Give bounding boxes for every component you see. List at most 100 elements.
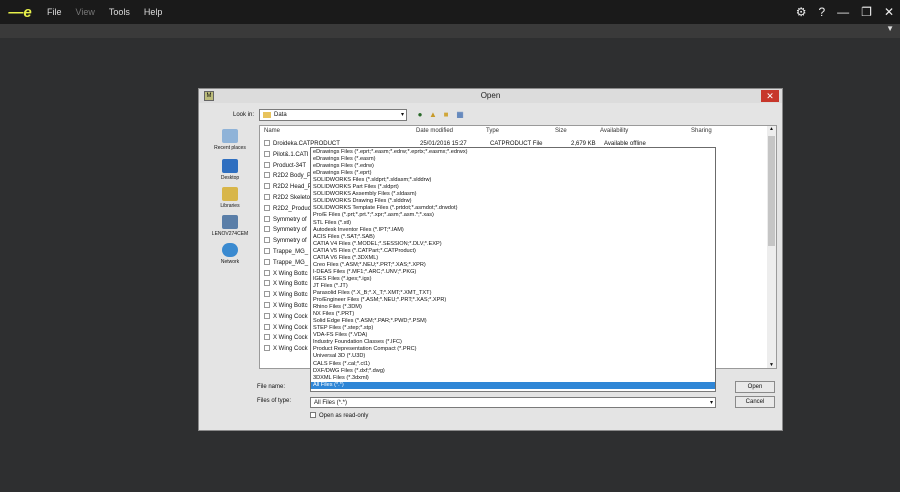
menu-file[interactable]: File [40, 7, 69, 17]
file-row[interactable]: Symmetry of [264, 225, 307, 235]
file-row[interactable]: X Wing Cock [264, 312, 308, 322]
cancel-button[interactable]: Cancel [735, 396, 775, 408]
file-name: X Wing Bottc [273, 281, 308, 288]
file-name: R2D2_Produc [273, 205, 311, 212]
file-type-dropdown-list[interactable]: eDrawings Files (*.eprt;*.easm;*.edrw;*.… [310, 147, 716, 389]
menu-help[interactable]: Help [137, 7, 170, 17]
secondary-bar: ▼ [0, 24, 900, 38]
file-icon [264, 183, 270, 190]
file-name: R2D2 Body_P [273, 173, 312, 180]
gear-icon[interactable]: ⚙ [796, 5, 807, 19]
file-icon [264, 334, 270, 341]
desktop-icon [222, 159, 238, 173]
place-libraries[interactable]: Libraries [205, 187, 255, 209]
file-row[interactable]: Trappe_MG_ [264, 258, 308, 268]
file-row[interactable]: X Wing Bottc [264, 269, 308, 279]
file-row[interactable]: R2D2 Skeleto [264, 193, 310, 203]
file-name: Pilot&.1.CATI [273, 151, 309, 158]
minimize-icon[interactable]: — [837, 5, 849, 19]
file-name: X Wing Cock [273, 324, 308, 331]
file-row[interactable]: Pilot&.1.CATI [264, 150, 309, 160]
close-icon[interactable]: ✕ [884, 5, 894, 19]
file-icon [264, 269, 270, 276]
restore-icon[interactable]: ❐ [861, 5, 872, 19]
look-in-select[interactable]: Data ▾ [259, 109, 407, 121]
files-of-type-label: Files of type: [257, 398, 292, 404]
scroll-thumb[interactable] [768, 136, 775, 246]
scroll-up-icon[interactable]: ▲ [767, 126, 776, 132]
file-name-label: File name: [257, 384, 286, 390]
file-name: Product-34T [273, 162, 307, 169]
look-in-value: Data [274, 112, 287, 118]
file-icon [264, 248, 270, 254]
file-icon [264, 312, 270, 319]
file-icon [264, 258, 270, 265]
file-row[interactable]: X Wing Bottc [264, 301, 308, 311]
app-menubar: — e File View Tools Help ⚙ ? — ❐ ✕ [0, 0, 900, 24]
file-row[interactable]: R2D2 Body_P [264, 171, 311, 181]
file-row[interactable]: X Wing Bottc [264, 290, 308, 300]
file-name: Symmetry of [273, 216, 307, 223]
file-row[interactable]: X Wing Cock [264, 344, 308, 354]
app-logo: — e [8, 3, 32, 21]
file-name: R2D2 Skeleto [273, 195, 311, 201]
column-availability[interactable]: Availability [600, 128, 628, 134]
column-type[interactable]: Type [486, 128, 499, 134]
file-name: Symmetry of [273, 238, 307, 245]
file-icon [264, 172, 270, 179]
file-name: X Wing Cock [273, 346, 308, 353]
file-icon [264, 150, 270, 157]
file-row[interactable]: Product-34T [264, 161, 306, 171]
chevron-down-icon[interactable]: ▼ [886, 24, 894, 33]
place-computer[interactable]: LENOV274CEM [205, 215, 255, 237]
file-type-option[interactable]: All Files (*.*) [311, 381, 715, 389]
file-icon [264, 194, 270, 200]
file-icon [264, 215, 270, 222]
chevron-down-icon: ▾ [400, 112, 404, 118]
place-desktop[interactable]: Desktop [205, 159, 255, 181]
new-folder-icon[interactable]: ■ [441, 110, 451, 120]
file-name: X Wing Bottc [273, 303, 308, 309]
place-network[interactable]: Network [205, 243, 255, 265]
checkbox-icon [310, 412, 316, 418]
file-row[interactable]: Trappe_MG_ [264, 247, 308, 257]
back-icon[interactable]: ● [415, 110, 425, 120]
files-of-type-select[interactable]: All Files (*.*) ▾ [310, 397, 716, 408]
folder-icon [263, 112, 271, 118]
file-row[interactable]: X Wing Bottc [264, 279, 308, 289]
vertical-scrollbar[interactable]: ▲ ▼ [767, 126, 776, 368]
close-icon[interactable]: ✕ [761, 90, 779, 102]
menu-view[interactable]: View [69, 7, 102, 17]
column-date[interactable]: Date modified [416, 128, 453, 134]
file-row[interactable]: X Wing Cock [264, 333, 308, 343]
file-name: X Wing Cock [273, 313, 308, 320]
file-name: Symmetry of [273, 227, 307, 234]
file-name: Trappe_MG_ [273, 249, 309, 255]
file-name: Trappe_MG_ [273, 259, 309, 266]
read-only-checkbox[interactable]: Open as read-only [310, 412, 368, 419]
open-button[interactable]: Open [735, 381, 775, 393]
file-row[interactable]: R2D2_Produc [264, 204, 311, 214]
recent-places-icon [222, 129, 238, 143]
file-row[interactable]: Symmetry of [264, 215, 307, 225]
files-of-type-value: All Files (*.*) [314, 400, 348, 406]
column-sharing[interactable]: Sharing [691, 128, 712, 134]
computer-icon [222, 215, 238, 229]
look-in-label: Look in: [233, 112, 255, 118]
file-row[interactable]: R2D2 Head_P [264, 182, 312, 192]
chevron-down-icon: ▾ [709, 400, 713, 406]
file-icon [264, 140, 270, 146]
menu-tools[interactable]: Tools [102, 7, 137, 17]
file-name: X Wing Bottc [273, 270, 308, 277]
place-recent[interactable]: Recent places [205, 129, 255, 151]
up-folder-icon[interactable]: ▲ [428, 110, 438, 120]
file-name: X Wing Bottc [273, 292, 308, 299]
file-icon [264, 302, 270, 308]
help-icon[interactable]: ? [818, 5, 825, 19]
view-menu-icon[interactable]: ▦ [455, 110, 465, 120]
scroll-down-icon[interactable]: ▼ [767, 362, 776, 368]
column-size[interactable]: Size [555, 128, 567, 134]
file-row[interactable]: Symmetry of [264, 236, 307, 246]
column-name[interactable]: Name [264, 128, 280, 134]
file-row[interactable]: X Wing Cock [264, 323, 308, 333]
